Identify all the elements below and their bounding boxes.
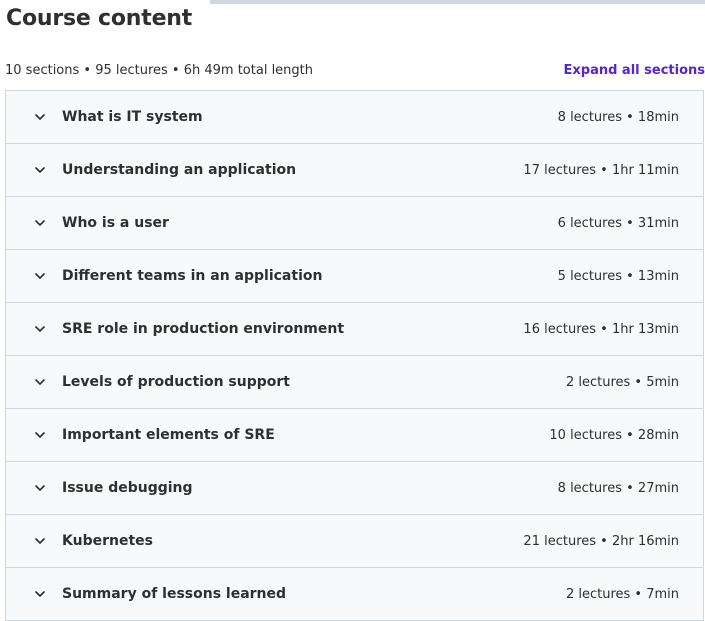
page-title: Course content: [6, 6, 193, 31]
section-meta: 6 lectures • 31min: [557, 215, 679, 231]
section-row[interactable]: SRE role in production environment 16 le…: [6, 303, 703, 356]
chevron-down-icon: [33, 110, 47, 124]
section-row[interactable]: Levels of production support 2 lectures …: [6, 356, 703, 409]
section-title: Issue debugging: [62, 480, 193, 496]
section-row[interactable]: Summary of lessons learned 2 lectures • …: [6, 568, 703, 621]
chevron-down-icon: [33, 481, 47, 495]
chevron-down-icon: [33, 216, 47, 230]
section-meta: 21 lectures • 2hr 16min: [523, 533, 679, 549]
chevron-down-icon: [33, 375, 47, 389]
section-row[interactable]: Important elements of SRE 10 lectures • …: [6, 409, 703, 462]
chevron-down-icon: [33, 587, 47, 601]
section-row[interactable]: Different teams in an application 5 lect…: [6, 250, 703, 303]
section-title: Understanding an application: [62, 162, 297, 178]
section-meta: 5 lectures • 13min: [557, 268, 679, 284]
section-list: What is IT system 8 lectures • 18min Und…: [5, 90, 704, 621]
section-row[interactable]: Understanding an application 17 lectures…: [6, 144, 703, 197]
top-divider: [210, 0, 705, 4]
course-summary: 10 sections • 95 lectures • 6h 49m total…: [5, 62, 314, 78]
chevron-down-icon: [33, 163, 47, 177]
section-title: Different teams in an application: [62, 268, 323, 284]
section-row[interactable]: What is IT system 8 lectures • 18min: [6, 91, 703, 144]
chevron-down-icon: [33, 269, 47, 283]
section-title: SRE role in production environment: [62, 321, 345, 337]
section-row[interactable]: Kubernetes 21 lectures • 2hr 16min: [6, 515, 703, 568]
section-title: Kubernetes: [62, 533, 153, 549]
section-title: Important elements of SRE: [62, 427, 275, 443]
section-meta: 10 lectures • 28min: [549, 427, 679, 443]
course-summary-row: 10 sections • 95 lectures • 6h 49m total…: [5, 60, 705, 80]
chevron-down-icon: [33, 534, 47, 548]
section-meta: 16 lectures • 1hr 13min: [523, 321, 679, 337]
section-meta: 8 lectures • 27min: [557, 480, 679, 496]
section-title: Who is a user: [62, 215, 169, 231]
section-title: Levels of production support: [62, 374, 290, 390]
section-row[interactable]: Issue debugging 8 lectures • 27min: [6, 462, 703, 515]
expand-all-sections-button[interactable]: Expand all sections: [564, 63, 705, 78]
section-meta: 2 lectures • 7min: [565, 586, 679, 602]
section-meta: 8 lectures • 18min: [557, 109, 679, 125]
section-meta: 17 lectures • 1hr 11min: [523, 162, 679, 178]
section-title: What is IT system: [62, 109, 203, 125]
chevron-down-icon: [33, 428, 47, 442]
section-title: Summary of lessons learned: [62, 586, 287, 602]
section-meta: 2 lectures • 5min: [565, 374, 679, 390]
chevron-down-icon: [33, 322, 47, 336]
section-row[interactable]: Who is a user 6 lectures • 31min: [6, 197, 703, 250]
